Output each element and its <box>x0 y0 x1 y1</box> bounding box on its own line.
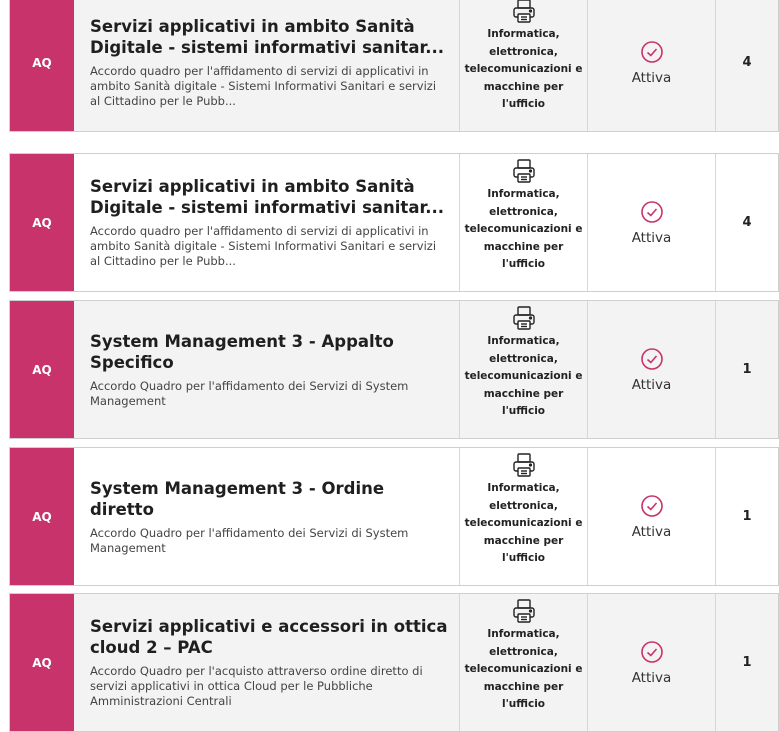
item-description: Accordo Quadro per l'acquisto attraverso… <box>90 664 423 708</box>
item-title[interactable]: Servizi applicativi in ambito Sanità Dig… <box>90 16 449 58</box>
item-main: System Management 3 - Appalto Specifico … <box>74 301 459 438</box>
category-cell: Informatica, elettronica, telecomunicazi… <box>459 0 587 131</box>
printer-icon <box>512 599 535 623</box>
item-count: 1 <box>715 448 778 585</box>
category-cell: Informatica, elettronica, telecomunicazi… <box>459 594 587 731</box>
type-badge: AQ <box>10 154 74 291</box>
category-label: Informatica, elettronica, telecomunicazi… <box>464 628 583 710</box>
status-label: Attiva <box>631 376 672 393</box>
check-circle-icon <box>640 494 663 517</box>
type-badge: AQ <box>10 594 74 731</box>
item-main: Servizi applicativi in ambito Sanità Dig… <box>74 0 459 131</box>
item-title[interactable]: System Management 3 - Ordine diretto <box>90 478 449 520</box>
item-title[interactable]: Servizi applicativi in ambito Sanità Dig… <box>90 176 449 218</box>
category-label: Informatica, elettronica, telecomunicazi… <box>464 335 583 417</box>
status-label: Attiva <box>631 669 672 686</box>
list-item[interactable]: AQ Servizi applicativi e accessori in ot… <box>9 593 779 732</box>
category-label: Informatica, elettronica, telecomunicazi… <box>464 482 583 564</box>
category-cell: Informatica, elettronica, telecomunicazi… <box>459 448 587 585</box>
check-circle-icon <box>640 200 663 223</box>
item-main: Servizi applicativi e accessori in ottic… <box>74 594 459 731</box>
list-item[interactable]: AQ Servizi applicativi in ambito Sanità … <box>9 0 779 132</box>
status-cell: Attiva <box>587 0 715 131</box>
item-description: Accordo Quadro per l'affidamento dei Ser… <box>90 525 409 555</box>
list-item[interactable]: AQ Servizi applicativi in ambito Sanità … <box>9 153 779 292</box>
category-label: Informatica, elettronica, telecomunicazi… <box>464 188 583 270</box>
type-badge: AQ <box>10 0 74 131</box>
status-cell: Attiva <box>587 594 715 731</box>
item-count: 1 <box>715 301 778 438</box>
status-cell: Attiva <box>587 448 715 585</box>
category-cell: Informatica, elettronica, telecomunicazi… <box>459 301 587 438</box>
status-cell: Attiva <box>587 301 715 438</box>
printer-icon <box>512 306 535 330</box>
check-circle-icon <box>640 40 663 63</box>
list-item[interactable]: AQ System Management 3 - Ordine diretto … <box>9 447 779 586</box>
status-cell: Attiva <box>587 154 715 291</box>
printer-icon <box>512 453 535 477</box>
category-cell: Informatica, elettronica, telecomunicazi… <box>459 154 587 291</box>
type-badge: AQ <box>10 301 74 438</box>
item-title[interactable]: Servizi applicativi e accessori in ottic… <box>90 616 449 658</box>
list-item[interactable]: AQ System Management 3 - Appalto Specifi… <box>9 300 779 439</box>
item-description: Accordo quadro per l'affidamento di serv… <box>90 64 437 108</box>
item-main: Servizi applicativi in ambito Sanità Dig… <box>74 154 459 291</box>
printer-icon <box>512 0 535 23</box>
item-description: Accordo quadro per l'affidamento di serv… <box>90 224 437 268</box>
status-label: Attiva <box>631 229 672 246</box>
item-description: Accordo Quadro per l'affidamento dei Ser… <box>90 378 409 408</box>
status-label: Attiva <box>631 69 672 86</box>
item-main: System Management 3 - Ordine diretto Acc… <box>74 448 459 585</box>
item-count: 4 <box>715 0 778 131</box>
printer-icon <box>512 159 535 183</box>
status-label: Attiva <box>631 523 672 540</box>
item-count: 4 <box>715 154 778 291</box>
check-circle-icon <box>640 347 663 370</box>
item-title[interactable]: System Management 3 - Appalto Specifico <box>90 331 449 373</box>
category-label: Informatica, elettronica, telecomunicazi… <box>464 28 583 110</box>
type-badge: AQ <box>10 448 74 585</box>
item-count: 1 <box>715 594 778 731</box>
check-circle-icon <box>640 640 663 663</box>
